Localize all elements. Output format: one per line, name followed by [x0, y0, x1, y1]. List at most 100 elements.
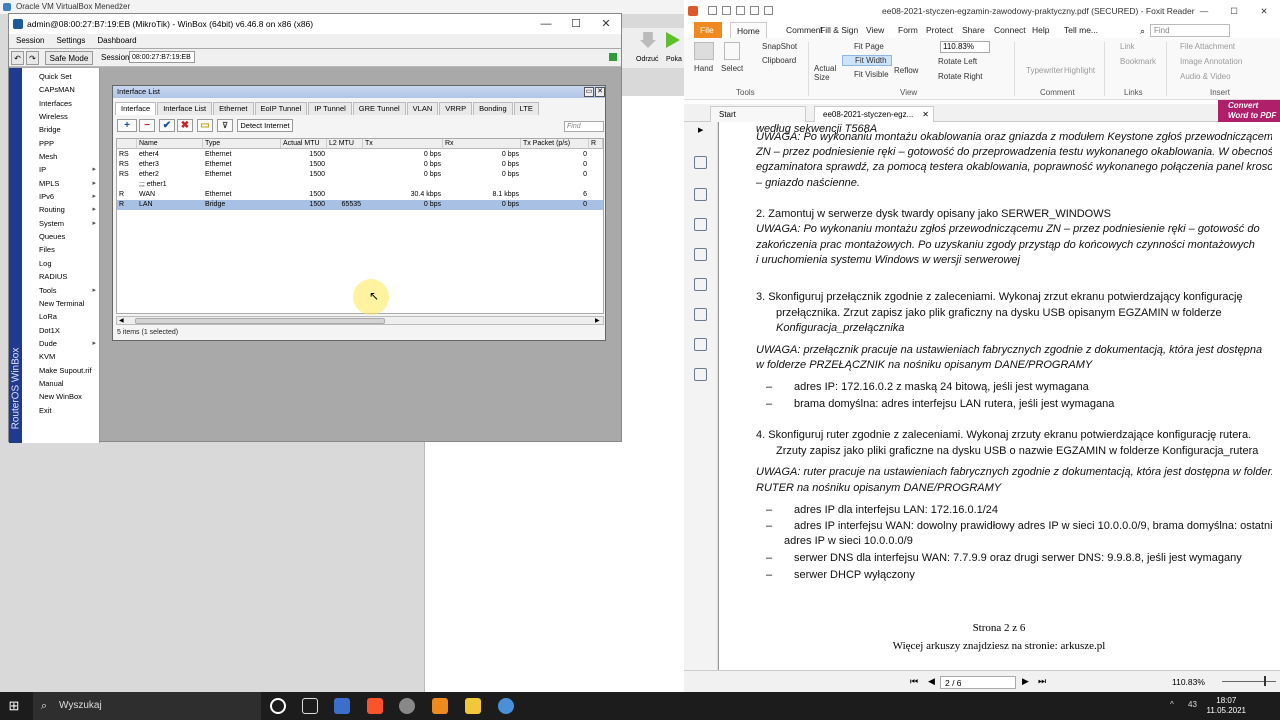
taskbar-search[interactable]: ⌕ Wyszukaj — [33, 692, 261, 720]
tab-lte[interactable]: LTE — [513, 102, 539, 115]
add-icon[interactable]: + — [117, 119, 137, 132]
interface-list-titlebar[interactable]: Interface List ▭ ✕ — [113, 86, 605, 98]
column-header[interactable]: Actual MTU — [281, 139, 327, 149]
start-icon[interactable]: ⊞ — [6, 698, 22, 714]
tab-vrrp[interactable]: VRRP — [439, 102, 473, 115]
reflow-button[interactable]: Reflow — [894, 66, 918, 75]
minimize-icon[interactable]: — — [1190, 0, 1218, 22]
zoom-slider[interactable] — [1222, 681, 1276, 682]
foxit-taskbar-icon[interactable] — [432, 698, 448, 714]
column-header[interactable]: R — [589, 139, 603, 149]
tab-start[interactable]: Start — [710, 106, 806, 122]
cortana-icon[interactable] — [270, 698, 286, 714]
audio-video-button[interactable]: Audio & Video — [1180, 72, 1231, 81]
column-header[interactable] — [117, 139, 137, 149]
page-input[interactable]: 2 / 6 — [940, 676, 1016, 689]
tab-interface[interactable]: Interface — [115, 102, 157, 115]
rotate-left-button[interactable]: Rotate Left — [938, 57, 977, 66]
expand-panel-icon[interactable]: ▶ — [698, 126, 703, 134]
column-header[interactable]: Tx — [363, 139, 443, 149]
file-attachment-button[interactable]: File Attachment — [1180, 42, 1235, 51]
sidebar-item[interactable]: System ▸ — [23, 217, 99, 230]
tab-ethernet[interactable]: Ethernet — [213, 102, 254, 115]
typewriter-button[interactable]: Typewriter — [1026, 66, 1063, 75]
tray-arrow-icon[interactable]: ^ — [1170, 700, 1174, 709]
maximize-icon[interactable]: ☐ — [1220, 0, 1248, 22]
tab-eoip-tunnel[interactable]: EoIP Tunnel — [254, 102, 308, 115]
menu-settings[interactable]: Settings — [51, 34, 90, 48]
select-tool[interactable]: Select — [721, 64, 743, 73]
sidebar-item[interactable]: CAPsMAN — [23, 83, 99, 96]
pages-icon[interactable] — [694, 156, 707, 169]
file-explorer-icon[interactable] — [465, 698, 481, 714]
table-row[interactable]: RS ether4 Ethernet 1500 0 bps 0 bps 0 — [117, 150, 603, 160]
filter-icon[interactable]: ⊽ — [217, 119, 233, 132]
brave-icon[interactable] — [367, 698, 383, 714]
sidebar-item[interactable]: MPLS ▸ — [23, 177, 99, 190]
winbox-taskbar-icon[interactable] — [498, 698, 514, 714]
undo-icon[interactable] — [750, 6, 759, 15]
horizontal-scrollbar[interactable]: ◀ ▶ — [116, 316, 604, 325]
task-view-icon[interactable] — [302, 698, 318, 714]
sidebar-item[interactable]: Dot1X — [23, 324, 99, 337]
ribbon-tab-fill-sign[interactable]: Fill & Sign — [814, 22, 864, 38]
open-icon[interactable] — [708, 6, 717, 15]
sidebar-item[interactable]: KVM — [23, 350, 99, 363]
prev-page-icon[interactable]: ◀ — [928, 676, 935, 687]
find-input[interactable]: Find — [1150, 24, 1230, 37]
tools-icon[interactable] — [694, 368, 707, 381]
ribbon-tab-view[interactable]: View — [860, 22, 890, 38]
menu-dashboard[interactable]: Dashboard — [92, 34, 141, 48]
tab-vlan[interactable]: VLAN — [406, 102, 439, 115]
select-icon[interactable] — [724, 42, 740, 60]
attachments-icon[interactable] — [694, 278, 707, 291]
sidebar-item[interactable]: Bridge — [23, 123, 99, 136]
sidebar-item[interactable]: Log — [23, 257, 99, 270]
sidebar-item[interactable]: Manual — [23, 377, 99, 390]
highlight-button[interactable]: Highlight — [1064, 66, 1095, 75]
tab-interface-list[interactable]: Interface List — [157, 102, 213, 115]
sidebar-item[interactable]: Interfaces — [23, 97, 99, 110]
scroll-left-icon[interactable]: ◀ — [119, 317, 124, 324]
scroll-right-icon[interactable]: ▶ — [595, 317, 600, 324]
find-input[interactable]: Find — [564, 121, 604, 132]
sidebar-item[interactable]: LoRa — [23, 310, 99, 323]
sidebar-item[interactable]: IP ▸ — [23, 163, 99, 176]
fit-page-button[interactable]: Fit Page — [854, 42, 884, 51]
hand-icon[interactable] — [694, 42, 714, 60]
zoom-slider-thumb[interactable] — [1264, 676, 1266, 686]
first-page-icon[interactable]: ⏮ — [910, 676, 918, 687]
sidebar-item[interactable]: IPv6 ▸ — [23, 190, 99, 203]
sidebar-item[interactable]: Queues — [23, 230, 99, 243]
image-annotation-button[interactable]: Image Annotation — [1180, 57, 1242, 66]
scroll-thumb[interactable] — [135, 318, 385, 324]
column-header[interactable]: L2 MTU — [327, 139, 363, 149]
minimize-icon[interactable]: — — [531, 14, 561, 34]
ribbon-tab-share[interactable]: Share — [956, 22, 991, 38]
link-button[interactable]: Link — [1120, 42, 1135, 51]
enable-icon[interactable]: ✔ — [159, 119, 175, 132]
session-input[interactable]: 08:00:27:B7:19:EB — [129, 51, 195, 63]
hand-tool[interactable]: Hand — [694, 64, 713, 73]
column-header[interactable]: Type — [203, 139, 281, 149]
restore-icon[interactable]: ▭ — [584, 87, 594, 97]
bookmarks-icon[interactable] — [694, 248, 707, 261]
sidebar-item[interactable]: Files — [23, 243, 99, 256]
signatures-icon[interactable] — [694, 308, 707, 321]
table-row[interactable]: R WAN Ethernet 1500 30.4 kbps 8.1 kbps 6 — [117, 190, 603, 200]
table-row[interactable]: ;;; ether1 — [117, 180, 603, 190]
foxit-titlebar[interactable]: ee08-2021-styczen-egzamin-zawodowy-prakt… — [684, 0, 1280, 22]
sidebar-item[interactable]: Wireless — [23, 110, 99, 123]
close-tab-icon[interactable]: ✕ — [922, 107, 929, 122]
security-lock-icon[interactable] — [694, 338, 707, 351]
ribbon-tab-file[interactable]: File — [694, 22, 722, 38]
table-row[interactable]: RS ether2 Ethernet 1500 0 bps 0 bps 0 — [117, 170, 603, 180]
remove-icon[interactable]: − — [139, 119, 155, 132]
sidebar-item[interactable]: Quick Set — [23, 70, 99, 83]
close-icon[interactable]: ✕ — [1250, 0, 1278, 22]
sidebar-item[interactable]: Exit — [23, 404, 99, 417]
tab-document[interactable]: ee08-2021-styczen-egz... ✕ — [814, 106, 934, 122]
tab-ip-tunnel[interactable]: IP Tunnel — [308, 102, 352, 115]
ribbon-tab-home[interactable]: Home — [730, 22, 767, 38]
sidebar-item[interactable]: Mesh — [23, 150, 99, 163]
